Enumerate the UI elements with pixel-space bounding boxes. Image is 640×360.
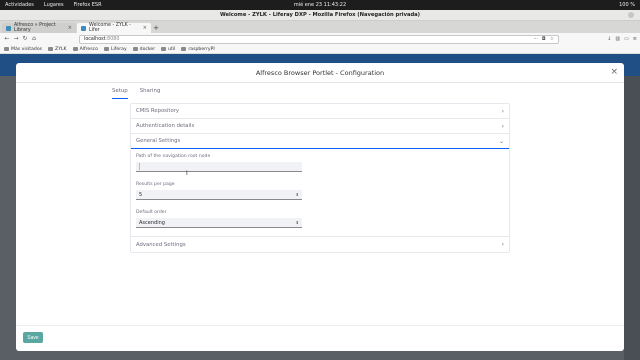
default-order-value: Ascending <box>139 219 165 226</box>
window-titlebar: Welcome - ZYLK - Liferay DXP - Mozilla F… <box>0 10 640 21</box>
tab-alfresco[interactable]: Alfresco » Project Library × <box>2 23 76 33</box>
page-actions-icon[interactable]: ··· <box>533 37 538 42</box>
browser-tab-strip: Alfresco » Project Library × Welcome - Z… <box>0 21 640 33</box>
bookmark-label: docker <box>139 46 156 52</box>
text-cursor-icon: I <box>186 170 188 177</box>
panel-authentication-details[interactable]: Authentication details › <box>131 119 509 134</box>
menu-icon[interactable]: ≡ <box>633 36 637 42</box>
forward-arrow-icon[interactable]: → <box>12 35 20 43</box>
window-title: Welcome - ZYLK - Liferay DXP - Mozilla F… <box>219 12 421 18</box>
bookmark-util[interactable]: util <box>161 47 175 52</box>
panel-title: CMIS Repository <box>136 108 180 114</box>
select-caret-icon: ⬍ <box>295 220 299 225</box>
bookmark-zylk[interactable]: ZYLK <box>48 47 67 52</box>
reload-icon[interactable]: ↻ <box>21 35 29 43</box>
folder-icon <box>103 47 109 51</box>
results-per-page-select[interactable]: 5 ⬍ <box>136 190 302 200</box>
panel-title: Authentication details <box>136 123 195 129</box>
folder-icon <box>161 47 167 51</box>
bookmark-docker[interactable]: docker <box>132 46 156 52</box>
tab-label: Alfresco » Project Library <box>14 23 56 33</box>
url-port: :8080 <box>105 36 120 42</box>
chevron-right-icon: › <box>501 107 504 115</box>
gear-icon <box>4 47 9 51</box>
url-bar[interactable]: localhost:8080 ··· ◘ ☆ <box>79 34 559 44</box>
bookmarks-toolbar: Más visitados ZYLK Alfresco Liferay dock… <box>0 45 640 54</box>
sidebar-icon[interactable]: ▭ <box>624 36 629 42</box>
folder-icon <box>181 47 187 51</box>
config-tabs: Setup Sharing <box>112 88 160 99</box>
bookmark-label: raspberryPI <box>188 46 215 52</box>
chevron-right-icon: › <box>501 122 504 130</box>
back-arrow-icon[interactable]: ← <box>3 35 11 43</box>
folder-icon <box>132 47 138 51</box>
text-cursor <box>139 163 140 170</box>
system-top-bar: Actividades Lugares Firefox ESR mié ene … <box>0 0 640 10</box>
activities-menu[interactable]: Actividades <box>5 2 34 8</box>
alfresco-favicon-icon <box>6 25 11 31</box>
general-settings-body: Path of the navigation root node Results… <box>131 149 509 237</box>
modal-header: Alfresco Browser Portlet - Configuration <box>16 63 624 83</box>
download-icon[interactable]: ↓ <box>607 36 611 42</box>
bookmark-label: ZYLK <box>55 46 67 52</box>
tab-setup[interactable]: Setup <box>112 88 128 99</box>
panel-cmis-repository[interactable]: CMIS Repository › <box>131 104 509 119</box>
navigation-toolbar: ← → ↻ ⌂ localhost:8080 ··· ◘ ☆ ↓ ▥ ▭ ≡ <box>0 33 640 45</box>
window-close-button[interactable] <box>628 12 634 18</box>
bookmark-star-icon[interactable]: ☆ <box>550 37 554 42</box>
bookmark-label: Alfresco <box>79 46 98 52</box>
chevron-down-icon: ⌄ <box>498 137 504 145</box>
bookmark-raspberrypi[interactable]: raspberryPI <box>181 46 215 52</box>
new-tab-button[interactable]: + <box>152 23 160 33</box>
save-button[interactable]: Save <box>23 332 43 343</box>
panel-title: Advanced Settings <box>136 241 186 248</box>
close-icon[interactable]: × <box>610 67 618 77</box>
panel-general-settings[interactable]: General Settings ⌄ <box>131 134 509 149</box>
panel-advanced-settings[interactable]: Advanced Settings › <box>131 237 509 252</box>
select-caret-icon: ⬍ <box>295 192 299 197</box>
root-node-label: Path of the navigation root node <box>136 154 211 159</box>
app-menu[interactable]: Firefox ESR <box>74 2 102 8</box>
chevron-right-icon: › <box>501 241 504 248</box>
default-order-select[interactable]: Ascending ⬍ <box>136 218 302 228</box>
library-icon[interactable]: ▥ <box>615 36 620 42</box>
bookmark-liferay[interactable]: Liferay <box>103 46 127 52</box>
pocket-icon[interactable]: ◘ <box>542 37 546 42</box>
home-icon[interactable]: ⌂ <box>30 35 38 43</box>
root-node-input[interactable] <box>136 162 302 172</box>
tab-welcome[interactable]: Welcome - ZYLK - Lifer × <box>77 23 151 33</box>
tab-close-icon[interactable]: × <box>68 25 72 31</box>
bookmark-label: util <box>168 46 176 52</box>
bookmark-label: Más visitados <box>11 46 43 52</box>
results-per-page-label: Results per page <box>136 182 175 187</box>
results-per-page-value: 5 <box>139 191 143 198</box>
url-host: localhost <box>84 36 106 42</box>
folder-icon <box>72 47 78 51</box>
liferay-favicon-icon <box>81 25 86 31</box>
bookmark-most-visited[interactable]: Más visitados <box>4 47 42 52</box>
panel-title: General Settings <box>136 138 181 144</box>
configuration-modal: Alfresco Browser Portlet - Configuration… <box>16 63 624 351</box>
tab-sharing[interactable]: Sharing <box>140 88 161 99</box>
bookmark-label: Liferay <box>110 46 127 52</box>
places-menu[interactable]: Lugares <box>44 2 64 8</box>
modal-title: Alfresco Browser Portlet - Configuration <box>255 68 385 77</box>
tab-label: Welcome - ZYLK - Lifer <box>89 23 132 33</box>
tab-close-icon[interactable]: × <box>143 25 147 31</box>
page-scroll-area <box>624 76 640 360</box>
footer-divider <box>16 325 624 326</box>
default-order-label: Default order <box>136 210 167 215</box>
battery-status[interactable]: 100 % <box>619 2 635 8</box>
folder-icon <box>48 47 54 51</box>
settings-panels: CMIS Repository › Authentication details… <box>130 103 510 253</box>
bookmark-alfresco[interactable]: Alfresco <box>72 46 98 52</box>
